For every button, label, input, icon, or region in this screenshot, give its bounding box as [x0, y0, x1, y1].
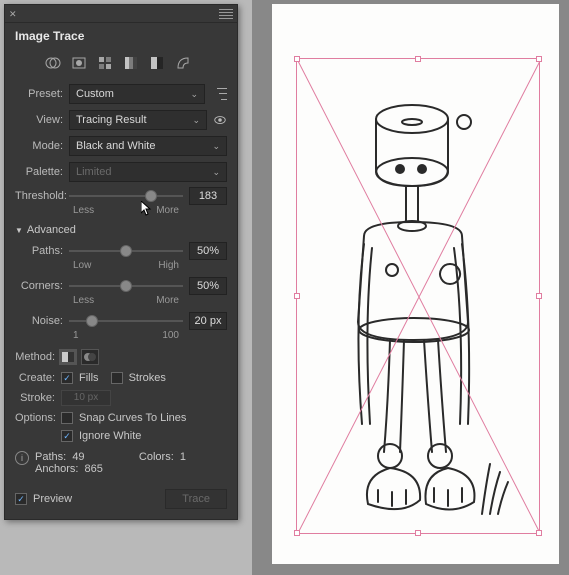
- selection-handle[interactable]: [415, 530, 421, 536]
- advanced-toggle[interactable]: ▼ Advanced: [5, 220, 237, 240]
- selection-handle[interactable]: [294, 293, 300, 299]
- info-icon[interactable]: i: [15, 451, 29, 465]
- chevron-down-icon: ⌄: [212, 167, 220, 178]
- image-trace-panel: ✕ Image Trace Preset: Custom⌄ View: Trac…: [4, 4, 238, 520]
- threshold-value[interactable]: 183: [189, 187, 227, 205]
- selection-handle[interactable]: [536, 56, 542, 62]
- canvas-area[interactable]: [252, 0, 569, 575]
- method-overlapping-button[interactable]: [81, 349, 99, 365]
- selection-handle[interactable]: [536, 530, 542, 536]
- threshold-slider[interactable]: [69, 188, 183, 204]
- preset-select[interactable]: Custom⌄: [69, 84, 205, 104]
- palette-select: Limited⌄: [69, 162, 227, 182]
- palette-label: Palette:: [15, 166, 63, 178]
- corners-slider[interactable]: [69, 278, 183, 294]
- snap-checkbox[interactable]: [61, 412, 73, 424]
- selection-handle[interactable]: [294, 56, 300, 62]
- method-abutting-button[interactable]: [59, 349, 77, 365]
- panel-titlebar[interactable]: ✕: [5, 5, 237, 23]
- fills-checkbox[interactable]: [61, 372, 73, 384]
- options-label: Options:: [15, 412, 55, 424]
- eye-icon[interactable]: [213, 113, 227, 127]
- panel-menu-icon[interactable]: [219, 9, 233, 19]
- strokes-checkbox[interactable]: [111, 372, 123, 384]
- high-color-icon[interactable]: [71, 55, 87, 71]
- preset-label: Preset:: [15, 88, 63, 100]
- artboard[interactable]: [272, 4, 559, 564]
- corners-value[interactable]: 50%: [189, 277, 227, 295]
- noise-label: Noise:: [15, 315, 63, 327]
- auto-color-icon[interactable]: [45, 55, 61, 71]
- create-label: Create:: [15, 372, 55, 384]
- paths-value[interactable]: 50%: [189, 242, 227, 260]
- stats-row: i Paths: 49 Anchors: 865 Colors: 1: [5, 445, 237, 481]
- paths-slider[interactable]: [69, 243, 183, 259]
- stroke-input: 10 px: [61, 390, 111, 406]
- close-icon[interactable]: ✕: [9, 9, 19, 19]
- mode-select[interactable]: Black and White⌄: [69, 136, 227, 156]
- chevron-down-icon: ⌄: [212, 141, 220, 152]
- preset-options-icon[interactable]: [211, 86, 227, 102]
- paths-label: Paths:: [15, 245, 63, 257]
- view-select[interactable]: Tracing Result⌄: [69, 110, 207, 130]
- panel-title: Image Trace: [5, 23, 237, 51]
- preset-icon-row: [5, 51, 237, 81]
- noise-value[interactable]: 20 px: [189, 312, 227, 330]
- preview-checkbox[interactable]: [15, 493, 27, 505]
- grayscale-icon[interactable]: [123, 55, 139, 71]
- low-color-icon[interactable]: [97, 55, 113, 71]
- cursor-icon: [141, 201, 153, 217]
- stroke-label: Stroke:: [15, 392, 55, 404]
- view-label: View:: [15, 114, 63, 126]
- method-label: Method:: [15, 351, 55, 363]
- chevron-down-icon: ⌄: [192, 115, 200, 126]
- mode-label: Mode:: [15, 140, 63, 152]
- selection-box[interactable]: [296, 58, 540, 534]
- bw-icon[interactable]: [149, 55, 165, 71]
- trace-button: Trace: [165, 489, 227, 509]
- noise-slider[interactable]: [69, 313, 183, 329]
- ignore-white-checkbox[interactable]: [61, 430, 73, 442]
- outline-icon[interactable]: [175, 55, 191, 71]
- triangle-down-icon: ▼: [15, 226, 23, 235]
- chevron-down-icon: ⌄: [190, 89, 198, 100]
- selection-handle[interactable]: [415, 56, 421, 62]
- threshold-label: Threshold:: [15, 190, 63, 202]
- selection-handle[interactable]: [536, 293, 542, 299]
- selection-handle[interactable]: [294, 530, 300, 536]
- corners-label: Corners:: [15, 280, 63, 292]
